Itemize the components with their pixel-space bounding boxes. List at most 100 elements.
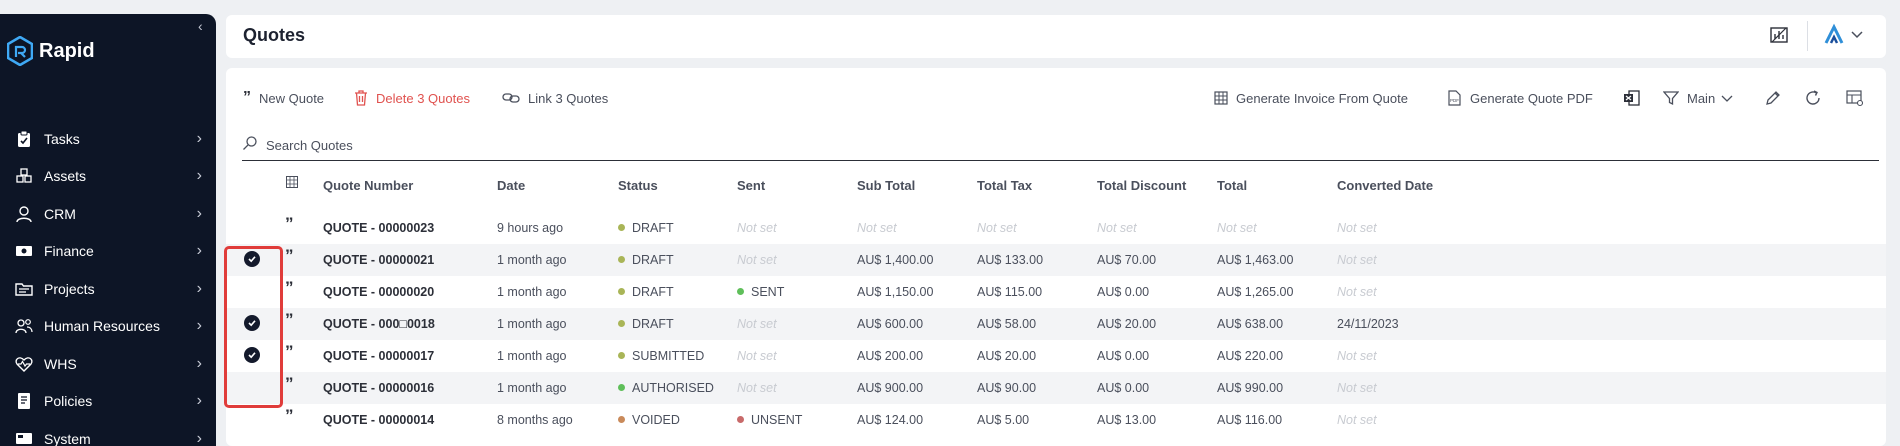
quote-icon[interactable]: ” (285, 342, 294, 362)
cell-converted-date: Not set (1337, 221, 1377, 235)
new-quote-button[interactable]: ” New Quote (243, 87, 324, 109)
search-icon (242, 135, 258, 156)
select-all-grid-icon[interactable] (286, 176, 298, 191)
table-row[interactable]: ” QUOTE - 00000021 1 month ago DRAFT Not set… (226, 244, 1886, 276)
sidebar-item-crm[interactable]: CRM › (0, 195, 216, 233)
cell-date: 1 month ago (497, 317, 567, 331)
link-quotes-button[interactable]: Link 3 Quotes (502, 87, 608, 109)
table-row[interactable]: ” QUOTE - 00000023 9 hours ago DRAFT Not set… (226, 212, 1886, 244)
cell-total-tax: AU$ 133.00 (977, 253, 1044, 267)
cell-quote-number: QUOTE - 00000021 (323, 253, 435, 267)
status-dot (618, 320, 625, 328)
export-excel-button[interactable] (1623, 87, 1649, 109)
generate-pdf-button[interactable]: PDF Generate Quote PDF (1446, 87, 1593, 109)
cell-total-discount: Not set (1097, 221, 1137, 235)
table-settings-icon (1846, 89, 1864, 107)
sidebar-item-human-resources[interactable]: Human Resources › (0, 308, 216, 346)
sidebar-item-tasks[interactable]: Tasks › (0, 120, 216, 158)
table-row[interactable]: ” QUOTE - 000□0018 1 month ago DRAFT Not set… (226, 308, 1886, 340)
cell-sub-total: Not set (857, 221, 897, 235)
row-checked-icon[interactable] (244, 315, 260, 331)
sidebar-item-finance[interactable]: Finance › (0, 233, 216, 271)
table-row[interactable]: ” QUOTE - 00000020 1 month ago DRAFT SENT AU$… (226, 276, 1886, 308)
sidebar-item-assets[interactable]: Assets › (0, 158, 216, 196)
cell-converted-date: Not set (1337, 349, 1377, 363)
user-menu[interactable] (1824, 23, 1868, 52)
sidebar-nav: Tasks › Assets › CRM › Finance › Projects › Human … (0, 120, 216, 446)
header-status[interactable]: Status (618, 178, 658, 193)
header-total-tax[interactable]: Total Tax (977, 178, 1032, 193)
quote-icon[interactable]: ” (285, 214, 294, 234)
sidebar-item-system[interactable]: System › (0, 420, 216, 446)
report-icon[interactable] (1769, 25, 1789, 50)
row-checked-icon[interactable] (244, 347, 260, 363)
cell-sub-total: AU$ 1,400.00 (857, 253, 934, 267)
cell-date: 8 months ago (497, 413, 573, 427)
table-grid-icon (1214, 91, 1228, 105)
search-input[interactable] (266, 138, 766, 153)
sidebar-item-whs[interactable]: WHS › (0, 345, 216, 383)
edit-button[interactable] (1764, 87, 1790, 109)
cell-total-discount: AU$ 70.00 (1097, 253, 1157, 267)
sidebar-item-projects[interactable]: Projects › (0, 270, 216, 308)
cell-quote-number: QUOTE - 000□0018 (323, 317, 435, 331)
table-row[interactable]: ” QUOTE - 00000016 1 month ago AUTHORISED No… (226, 372, 1886, 404)
quote-icon[interactable]: ” (285, 310, 294, 330)
header-date[interactable]: Date (497, 178, 525, 193)
delete-quotes-button[interactable]: Delete 3 Quotes (354, 87, 470, 109)
clipboard-check-icon (14, 129, 34, 149)
column-settings-button[interactable] (1846, 87, 1872, 109)
refresh-button[interactable] (1804, 87, 1830, 109)
trash-icon (354, 90, 368, 106)
sidebar-item-label: Human Resources (44, 318, 160, 335)
folder-icon (14, 279, 34, 299)
header-quote-number[interactable]: Quote Number (323, 178, 413, 193)
generate-invoice-button[interactable]: Generate Invoice From Quote (1214, 87, 1408, 109)
quote-icon[interactable]: ” (285, 278, 294, 298)
cell-converted-date: Not set (1337, 285, 1377, 299)
cell-quote-number: QUOTE - 00000014 (323, 413, 435, 427)
sidebar: ‹ Rapid Tasks › Assets › CRM › Finance › Project… (0, 14, 216, 446)
cell-total-discount: AU$ 0.00 (1097, 285, 1150, 299)
view-filter-dropdown[interactable]: Main (1663, 87, 1733, 109)
sidebar-item-policies[interactable]: Policies › (0, 383, 216, 421)
header-converted-date[interactable]: Converted Date (1337, 178, 1433, 193)
boxes-icon (14, 166, 34, 186)
search-bar (242, 131, 1879, 161)
sidebar-item-label: WHS (44, 355, 77, 372)
cell-total-tax: Not set (977, 221, 1017, 235)
page-title: Quotes (243, 25, 306, 45)
table-row[interactable]: ” QUOTE - 00000017 1 month ago SUBMITTED Not… (226, 340, 1886, 372)
cell-sent: Not set (737, 317, 777, 331)
cell-total: AU$ 990.00 (1217, 381, 1284, 395)
quote-icon[interactable]: ” (285, 374, 294, 394)
collapse-sidebar-icon[interactable]: ‹ (198, 18, 203, 34)
row-checked-icon[interactable] (244, 251, 260, 267)
heart-pulse-icon (14, 354, 34, 374)
cell-quote-number: QUOTE - 00000017 (323, 349, 435, 363)
header-sent[interactable]: Sent (737, 178, 765, 193)
pencil-icon (1764, 89, 1782, 107)
cell-total-tax: AU$ 115.00 (977, 285, 1043, 299)
cell-total: AU$ 1,463.00 (1217, 253, 1294, 267)
chevron-right-icon: › (196, 279, 202, 297)
people-icon (14, 316, 34, 336)
chevron-right-icon: › (196, 242, 202, 260)
cell-total-discount: AU$ 20.00 (1097, 317, 1157, 331)
header-sub-total[interactable]: Sub Total (857, 178, 915, 193)
header-total[interactable]: Total (1217, 178, 1247, 193)
quote-icon[interactable]: ” (285, 246, 294, 266)
chevron-right-icon: › (196, 429, 202, 446)
app-logo[interactable]: Rapid (7, 36, 95, 66)
table-row[interactable]: ” QUOTE - 00000014 8 months ago VOIDED UNSEN… (226, 404, 1886, 436)
sidebar-item-label: Projects (44, 280, 95, 297)
sidebar-item-label: Tasks (44, 130, 80, 147)
cell-sent: Not set (737, 221, 777, 235)
sidebar-item-label: Assets (44, 168, 87, 185)
header-total-discount[interactable]: Total Discount (1097, 178, 1186, 193)
cell-date: 1 month ago (497, 253, 567, 267)
cell-converted-date: Not set (1337, 253, 1377, 267)
cell-total: Not set (1217, 221, 1257, 235)
quote-icon[interactable]: ” (285, 406, 294, 426)
system-icon (14, 429, 34, 446)
